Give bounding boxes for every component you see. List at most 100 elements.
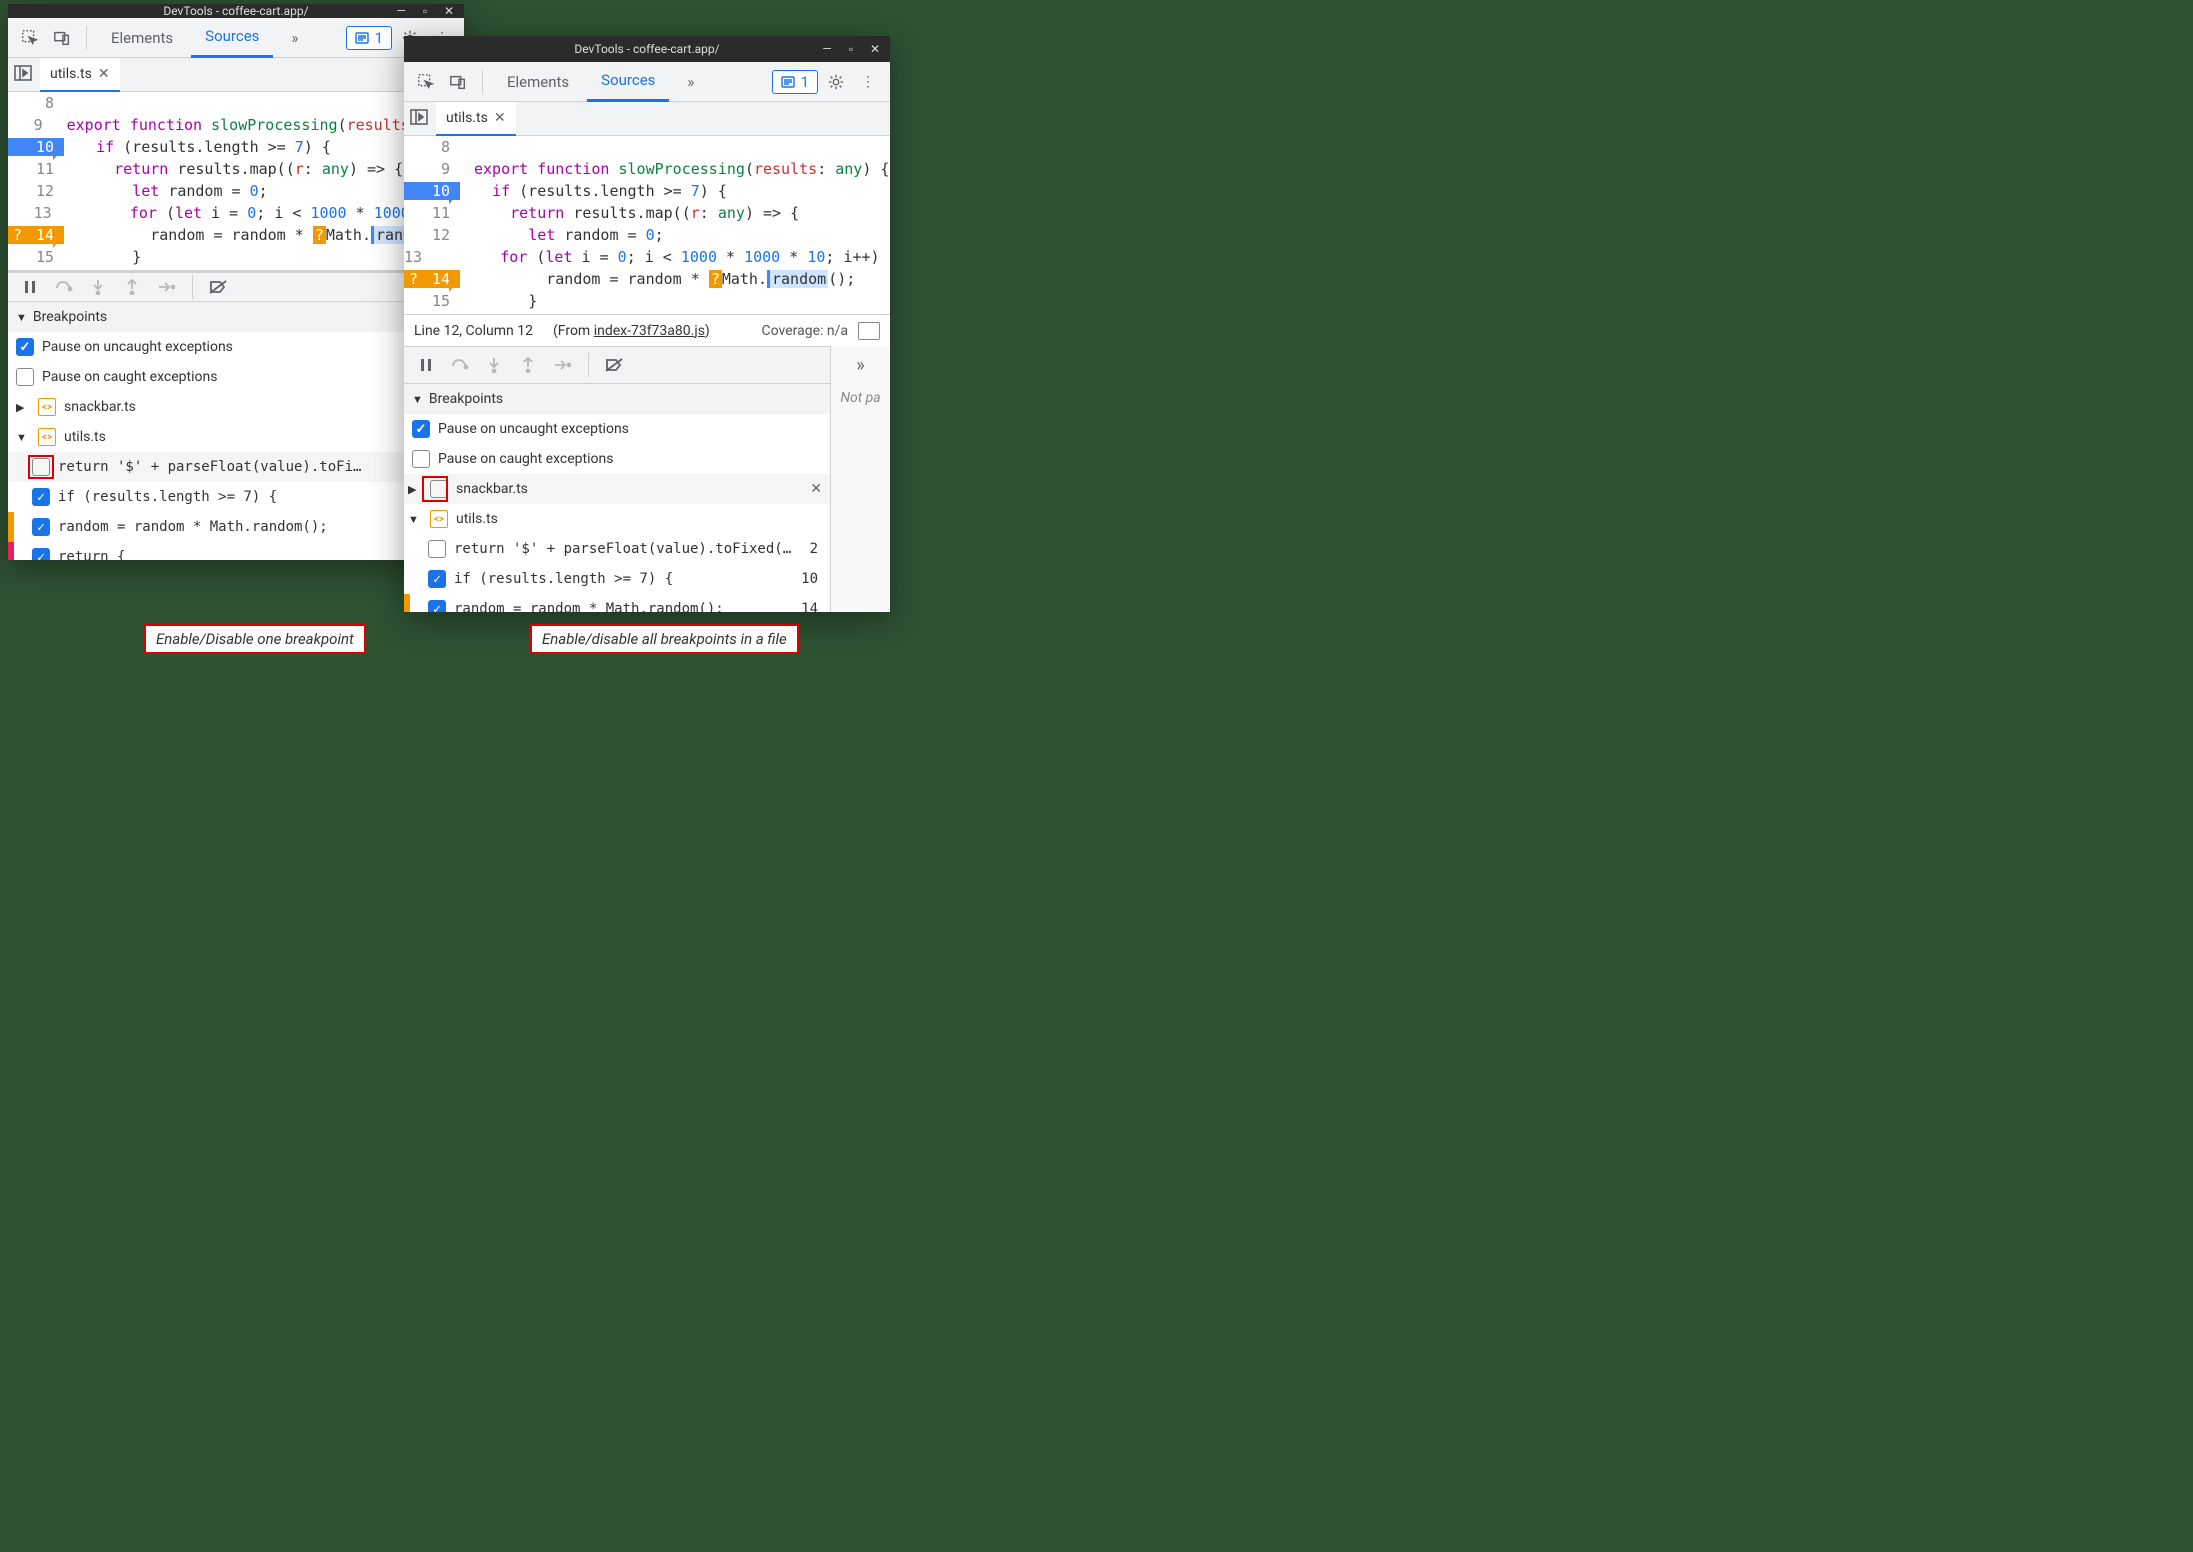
pause-caught-row[interactable]: Pause on caught exceptions [404, 444, 830, 474]
tabs-overflow-icon[interactable]: » [673, 62, 708, 102]
checkbox-icon[interactable] [412, 420, 430, 438]
line-number[interactable]: 8 [404, 138, 460, 156]
not-paused-label: Not pa [840, 384, 880, 406]
pause-icon[interactable] [412, 351, 440, 379]
maximize-icon[interactable]: ▫ [842, 40, 860, 58]
file-tab-utils[interactable]: utils.ts ✕ [436, 102, 516, 136]
bp-file-utils[interactable]: ▼<>utils.ts [8, 422, 464, 452]
bp-item[interactable]: random = random * Math.random(); 14 [8, 512, 464, 542]
gear-icon[interactable] [822, 73, 850, 91]
tabs-overflow-icon[interactable]: » [277, 18, 312, 58]
close-icon[interactable]: ✕ [440, 4, 458, 20]
minimize-icon[interactable]: — [392, 4, 410, 20]
device-mode-icon[interactable] [444, 68, 472, 96]
pause-uncaught-row[interactable]: Pause on uncaught exceptions [8, 332, 464, 362]
close-tab-icon[interactable]: ✕ [494, 110, 506, 126]
file-tab-label: utils.ts [50, 66, 92, 82]
bp-item[interactable]: return '$' + parseFloat(value).toFixed(…… [404, 534, 830, 564]
pause-caught-row[interactable]: Pause on caught exceptions [8, 362, 464, 392]
pause-uncaught-row[interactable]: Pause on uncaught exceptions [404, 414, 830, 444]
close-icon[interactable]: ✕ [866, 40, 884, 58]
breakpoints-section-header[interactable]: ▼Breakpoints [8, 302, 464, 332]
bp-checkbox[interactable] [428, 600, 446, 612]
file-tabs: utils.ts ✕ [404, 102, 890, 136]
bp-item[interactable]: if (results.length >= 7) { 10 [404, 564, 830, 594]
step-icon[interactable] [152, 273, 180, 301]
line-number-conditional-breakpoint[interactable]: 14 [404, 270, 460, 288]
file-tab-utils[interactable]: utils.ts ✕ [40, 58, 120, 92]
navigator-toggle-icon[interactable] [410, 108, 436, 130]
line-number[interactable]: 9 [8, 116, 53, 134]
inspect-icon[interactable] [412, 68, 440, 96]
tab-sources[interactable]: Sources [587, 62, 669, 102]
line-number[interactable]: 9 [404, 160, 460, 178]
line-number[interactable]: 15 [8, 248, 64, 266]
issues-badge[interactable]: 1 [772, 70, 818, 94]
minimize-icon[interactable]: — [818, 40, 836, 58]
maximize-icon[interactable]: ▫ [416, 4, 434, 20]
bp-item[interactable]: random = random * Math.random(); 14 [404, 594, 830, 612]
checkbox-icon[interactable] [412, 450, 430, 468]
overflow-icon[interactable]: » [856, 346, 864, 384]
main-toolbar: Elements Sources » 1 ⋮ [404, 62, 890, 102]
line-number[interactable]: 12 [8, 182, 64, 200]
window-titlebar: DevTools - coffee-cart.app/ — ▫ ✕ [8, 4, 464, 18]
bp-color-marker [404, 594, 410, 612]
issues-badge[interactable]: 1 [346, 26, 392, 50]
bp-file-snackbar[interactable]: ▶ snackbar.ts ✕ [404, 474, 830, 504]
remove-file-bp-icon[interactable]: ✕ [810, 481, 822, 497]
tab-elements[interactable]: Elements [97, 18, 187, 58]
bp-checkbox[interactable] [428, 540, 446, 558]
tab-elements[interactable]: Elements [493, 62, 583, 102]
step-over-icon[interactable] [446, 351, 474, 379]
line-number[interactable]: 11 [404, 204, 460, 222]
checkbox-icon[interactable] [16, 368, 34, 386]
line-number-breakpoint[interactable]: 10 [8, 138, 64, 156]
bp-checkbox[interactable] [428, 570, 446, 588]
script-file-icon: <> [430, 510, 448, 528]
line-number[interactable]: 13 [404, 248, 432, 266]
bp-color-marker [8, 542, 14, 560]
pause-icon[interactable] [16, 273, 44, 301]
tab-sources[interactable]: Sources [191, 18, 273, 58]
bp-checkbox[interactable] [32, 548, 50, 560]
step-icon[interactable] [548, 351, 576, 379]
step-out-icon[interactable] [118, 273, 146, 301]
more-menu-icon[interactable]: ⋮ [854, 74, 882, 90]
step-into-icon[interactable] [84, 273, 112, 301]
bp-item[interactable]: return '$' + parseFloat(value).toFi… ✎ ✕… [8, 452, 464, 482]
annotation-left: Enable/Disable one breakpoint [144, 624, 366, 654]
checkbox-icon[interactable] [16, 338, 34, 356]
issues-count: 1 [375, 29, 383, 47]
deactivate-breakpoints-icon[interactable] [205, 273, 233, 301]
line-number[interactable]: 11 [8, 160, 64, 178]
bp-checkbox[interactable] [32, 488, 50, 506]
bp-file-snackbar[interactable]: ▶<>snackbar.ts [8, 392, 464, 422]
bp-item[interactable]: if (results.length >= 7) { 10 [8, 482, 464, 512]
step-into-icon[interactable] [480, 351, 508, 379]
close-tab-icon[interactable]: ✕ [98, 66, 110, 82]
sidebar-toggle-icon[interactable] [858, 322, 880, 340]
breakpoints-section-header[interactable]: ▼Breakpoints [404, 384, 830, 414]
status-bar: Line 12, Column 12 (From index-73f73a80.… [404, 314, 890, 346]
debugger-toolbar [8, 272, 464, 302]
bp-checkbox[interactable] [32, 518, 50, 536]
line-number-conditional-breakpoint[interactable]: 14 [8, 226, 64, 244]
line-number[interactable]: 12 [404, 226, 460, 244]
line-number[interactable]: 8 [8, 94, 64, 112]
inspect-icon[interactable] [16, 24, 44, 52]
device-mode-icon[interactable] [48, 24, 76, 52]
deactivate-breakpoints-icon[interactable] [601, 351, 629, 379]
sourcemap-link[interactable]: index-73f73a80.js [594, 323, 705, 339]
bp-file-utils[interactable]: ▼<>utils.ts [404, 504, 830, 534]
line-number[interactable]: 15 [404, 292, 460, 310]
horizontal-scrollbar[interactable] [8, 270, 464, 271]
navigator-toggle-icon[interactable] [14, 64, 40, 86]
code-editor[interactable]: 8 9export function slowProcessing(result… [404, 136, 890, 314]
line-number-breakpoint[interactable]: 10 [404, 182, 460, 200]
code-editor[interactable]: 8 9export function slowProcessing(result… [8, 92, 464, 270]
line-number[interactable]: 13 [8, 204, 62, 222]
step-over-icon[interactable] [50, 273, 78, 301]
step-out-icon[interactable] [514, 351, 542, 379]
bp-item[interactable]: return { 16 [8, 542, 464, 560]
